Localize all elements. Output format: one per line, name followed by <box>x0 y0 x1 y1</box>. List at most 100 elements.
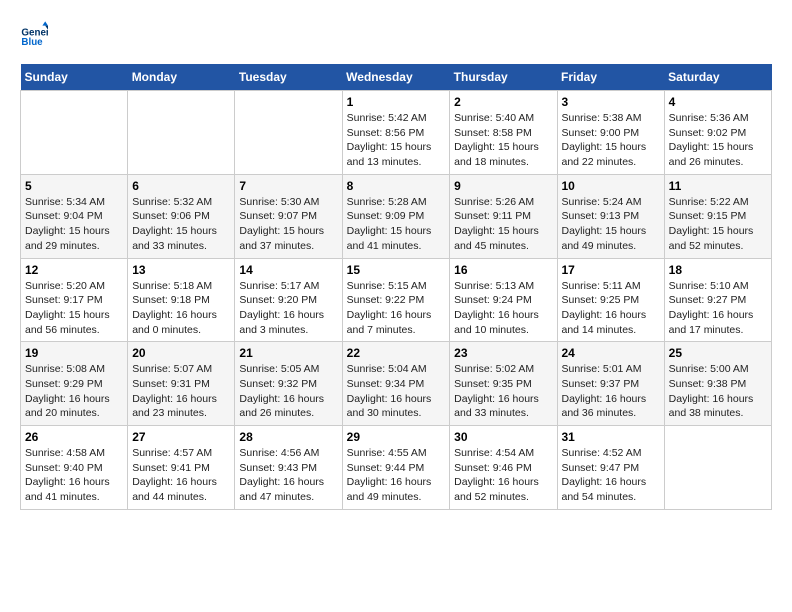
day-info: Sunrise: 4:54 AM Sunset: 9:46 PM Dayligh… <box>454 446 552 505</box>
day-info: Sunrise: 4:57 AM Sunset: 9:41 PM Dayligh… <box>132 446 230 505</box>
weekday-header: Sunday <box>21 64 128 91</box>
calendar-cell <box>235 91 342 175</box>
day-number: 7 <box>239 179 337 193</box>
day-number: 12 <box>25 263 123 277</box>
day-number: 28 <box>239 430 337 444</box>
day-info: Sunrise: 4:55 AM Sunset: 9:44 PM Dayligh… <box>347 446 446 505</box>
day-info: Sunrise: 5:04 AM Sunset: 9:34 PM Dayligh… <box>347 362 446 421</box>
calendar-cell: 27 Sunrise: 4:57 AM Sunset: 9:41 PM Dayli… <box>128 426 235 510</box>
day-info: Sunrise: 5:05 AM Sunset: 9:32 PM Dayligh… <box>239 362 337 421</box>
day-info: Sunrise: 5:26 AM Sunset: 9:11 PM Dayligh… <box>454 195 552 254</box>
calendar-week-row: 19 Sunrise: 5:08 AM Sunset: 9:29 PM Dayli… <box>21 342 772 426</box>
day-info: Sunrise: 5:07 AM Sunset: 9:31 PM Dayligh… <box>132 362 230 421</box>
calendar-cell: 9 Sunrise: 5:26 AM Sunset: 9:11 PM Daylig… <box>450 174 557 258</box>
weekday-header: Monday <box>128 64 235 91</box>
day-number: 26 <box>25 430 123 444</box>
day-info: Sunrise: 5:38 AM Sunset: 9:00 PM Dayligh… <box>562 111 660 170</box>
calendar-cell: 5 Sunrise: 5:34 AM Sunset: 9:04 PM Daylig… <box>21 174 128 258</box>
page-header: General Blue <box>20 20 772 48</box>
day-number: 29 <box>347 430 446 444</box>
day-number: 22 <box>347 346 446 360</box>
day-number: 24 <box>562 346 660 360</box>
calendar-cell: 13Sunrise: 5:18 AM Sunset: 9:18 PM Dayli… <box>128 258 235 342</box>
day-number: 2 <box>454 95 552 109</box>
day-number: 19 <box>25 346 123 360</box>
day-number: 9 <box>454 179 552 193</box>
calendar-table: SundayMondayTuesdayWednesdayThursdayFrid… <box>20 64 772 510</box>
day-number: 10 <box>562 179 660 193</box>
day-info: Sunrise: 5:28 AM Sunset: 9:09 PM Dayligh… <box>347 195 446 254</box>
day-number: 3 <box>562 95 660 109</box>
day-number: 31 <box>562 430 660 444</box>
day-info: Sunrise: 5:18 AM Sunset: 9:18 PM Dayligh… <box>132 279 230 338</box>
day-number: 20 <box>132 346 230 360</box>
day-info: Sunrise: 5:36 AM Sunset: 9:02 PM Dayligh… <box>669 111 767 170</box>
calendar-cell: 22 Sunrise: 5:04 AM Sunset: 9:34 PM Dayli… <box>342 342 450 426</box>
calendar-cell: 11 Sunrise: 5:22 AM Sunset: 9:15 PM Dayli… <box>664 174 771 258</box>
day-number: 4 <box>669 95 767 109</box>
day-number: 8 <box>347 179 446 193</box>
day-number: 15 <box>347 263 446 277</box>
weekday-header: Saturday <box>664 64 771 91</box>
day-info: Sunrise: 5:22 AM Sunset: 9:15 PM Dayligh… <box>669 195 767 254</box>
day-info: Sunrise: 5:00 AM Sunset: 9:38 PM Dayligh… <box>669 362 767 421</box>
calendar-cell: 31 Sunrise: 4:52 AM Sunset: 9:47 PM Dayli… <box>557 426 664 510</box>
day-number: 30 <box>454 430 552 444</box>
calendar-cell <box>664 426 771 510</box>
day-info: Sunrise: 4:52 AM Sunset: 9:47 PM Dayligh… <box>562 446 660 505</box>
day-info: Sunrise: 5:20 AM Sunset: 9:17 PM Dayligh… <box>25 279 123 338</box>
day-info: Sunrise: 5:10 AM Sunset: 9:27 PM Dayligh… <box>669 279 767 338</box>
calendar-cell: 12 Sunrise: 5:20 AM Sunset: 9:17 PM Dayli… <box>21 258 128 342</box>
day-number: 27 <box>132 430 230 444</box>
calendar-cell: 18Sunrise: 5:10 AM Sunset: 9:27 PM Dayli… <box>664 258 771 342</box>
calendar-cell: 15 Sunrise: 5:15 AM Sunset: 9:22 PM Dayli… <box>342 258 450 342</box>
day-number: 23 <box>454 346 552 360</box>
calendar-cell: 21 Sunrise: 5:05 AM Sunset: 9:32 PM Dayli… <box>235 342 342 426</box>
day-info: Sunrise: 5:08 AM Sunset: 9:29 PM Dayligh… <box>25 362 123 421</box>
calendar-week-row: 12 Sunrise: 5:20 AM Sunset: 9:17 PM Dayli… <box>21 258 772 342</box>
day-info: Sunrise: 4:58 AM Sunset: 9:40 PM Dayligh… <box>25 446 123 505</box>
day-number: 11 <box>669 179 767 193</box>
day-number: 6 <box>132 179 230 193</box>
calendar-week-row: 26 Sunrise: 4:58 AM Sunset: 9:40 PM Dayli… <box>21 426 772 510</box>
day-info: Sunrise: 5:02 AM Sunset: 9:35 PM Dayligh… <box>454 362 552 421</box>
calendar-cell: 19 Sunrise: 5:08 AM Sunset: 9:29 PM Dayli… <box>21 342 128 426</box>
weekday-header: Thursday <box>450 64 557 91</box>
weekday-header: Tuesday <box>235 64 342 91</box>
day-info: Sunrise: 5:01 AM Sunset: 9:37 PM Dayligh… <box>562 362 660 421</box>
calendar-cell: 8 Sunrise: 5:28 AM Sunset: 9:09 PM Daylig… <box>342 174 450 258</box>
calendar-cell: 26 Sunrise: 4:58 AM Sunset: 9:40 PM Dayli… <box>21 426 128 510</box>
logo-icon: General Blue <box>20 20 48 48</box>
svg-text:Blue: Blue <box>21 37 43 48</box>
calendar-week-row: 5 Sunrise: 5:34 AM Sunset: 9:04 PM Daylig… <box>21 174 772 258</box>
calendar-cell: 20 Sunrise: 5:07 AM Sunset: 9:31 PM Dayli… <box>128 342 235 426</box>
logo: General Blue <box>20 20 52 48</box>
weekday-header: Wednesday <box>342 64 450 91</box>
calendar-header-row: SundayMondayTuesdayWednesdayThursdayFrid… <box>21 64 772 91</box>
calendar-cell: 25Sunrise: 5:00 AM Sunset: 9:38 PM Dayli… <box>664 342 771 426</box>
day-number: 17 <box>562 263 660 277</box>
weekday-header: Friday <box>557 64 664 91</box>
day-info: Sunrise: 5:15 AM Sunset: 9:22 PM Dayligh… <box>347 279 446 338</box>
day-number: 5 <box>25 179 123 193</box>
day-number: 21 <box>239 346 337 360</box>
calendar-cell: 4 Sunrise: 5:36 AM Sunset: 9:02 PM Daylig… <box>664 91 771 175</box>
day-info: Sunrise: 5:13 AM Sunset: 9:24 PM Dayligh… <box>454 279 552 338</box>
calendar-week-row: 1 Sunrise: 5:42 AM Sunset: 8:56 PM Daylig… <box>21 91 772 175</box>
calendar-cell: 23 Sunrise: 5:02 AM Sunset: 9:35 PM Dayli… <box>450 342 557 426</box>
day-info: Sunrise: 4:56 AM Sunset: 9:43 PM Dayligh… <box>239 446 337 505</box>
day-number: 14 <box>239 263 337 277</box>
calendar-cell: 7Sunrise: 5:30 AM Sunset: 9:07 PM Daylig… <box>235 174 342 258</box>
day-info: Sunrise: 5:34 AM Sunset: 9:04 PM Dayligh… <box>25 195 123 254</box>
day-number: 16 <box>454 263 552 277</box>
calendar-cell: 16 Sunrise: 5:13 AM Sunset: 9:24 PM Dayli… <box>450 258 557 342</box>
calendar-cell: 2 Sunrise: 5:40 AM Sunset: 8:58 PM Daylig… <box>450 91 557 175</box>
day-number: 1 <box>347 95 446 109</box>
day-info: Sunrise: 5:40 AM Sunset: 8:58 PM Dayligh… <box>454 111 552 170</box>
day-info: Sunrise: 5:42 AM Sunset: 8:56 PM Dayligh… <box>347 111 446 170</box>
calendar-cell: 24 Sunrise: 5:01 AM Sunset: 9:37 PM Dayli… <box>557 342 664 426</box>
calendar-cell: 1 Sunrise: 5:42 AM Sunset: 8:56 PM Daylig… <box>342 91 450 175</box>
calendar-cell: 17Sunrise: 5:11 AM Sunset: 9:25 PM Dayli… <box>557 258 664 342</box>
day-info: Sunrise: 5:32 AM Sunset: 9:06 PM Dayligh… <box>132 195 230 254</box>
calendar-cell <box>21 91 128 175</box>
